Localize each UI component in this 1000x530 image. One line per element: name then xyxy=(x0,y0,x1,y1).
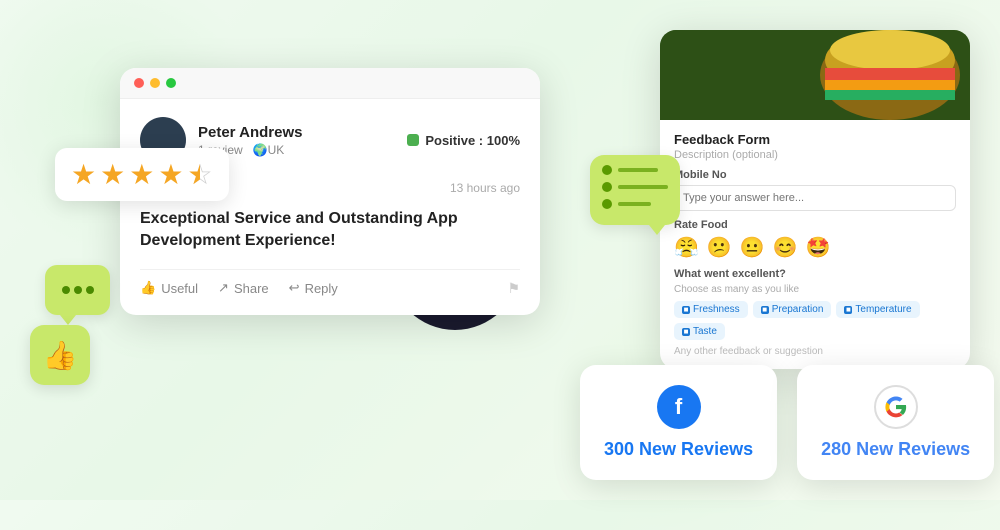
rate-food-label: Rate Food xyxy=(674,219,956,231)
food-image xyxy=(660,30,970,120)
chip-icon-taste: ■ xyxy=(682,328,690,336)
choose-hint: Choose as many as you like xyxy=(674,284,956,295)
mobile-label: Mobile No xyxy=(674,169,956,181)
star-3: ★ xyxy=(129,158,154,191)
chip-icon-freshness: ■ xyxy=(682,306,690,314)
star-4: ★ xyxy=(158,158,183,191)
chip-icon-preparation: ■ xyxy=(761,306,769,314)
mobile-input[interactable] xyxy=(674,185,956,211)
feedback-form-window: Feedback Form Description (optional) Mob… xyxy=(660,30,970,369)
browser-dot-yellow xyxy=(150,78,160,88)
share-button[interactable]: ↗ Share xyxy=(218,280,269,296)
chip-taste[interactable]: ■ Taste xyxy=(674,323,725,340)
reply-label: Reply xyxy=(305,281,338,296)
facebook-logo: f xyxy=(657,385,701,429)
chat-dot-3 xyxy=(86,286,94,294)
chip-icon-temperature: ■ xyxy=(844,306,852,314)
feedback-title: Feedback Form xyxy=(674,132,956,147)
list-bar-1 xyxy=(618,168,658,172)
list-check-2 xyxy=(602,182,612,192)
google-count: 280 New Reviews xyxy=(821,439,970,460)
review-count-cards: f 300 New Reviews 280 New Reviews xyxy=(580,365,994,480)
review-card-content: Peter Andrews 1 review 🌍UK Positive : 10… xyxy=(120,99,540,315)
chip-taste-label: Taste xyxy=(693,326,717,337)
emoji-happy[interactable]: 😊 xyxy=(773,235,798,260)
review-time: 13 hours ago xyxy=(450,181,520,195)
list-bar-3 xyxy=(618,202,651,206)
facebook-review-card: f 300 New Reviews xyxy=(580,365,777,480)
review-title: Exceptional Service and Outstanding App … xyxy=(140,208,520,253)
excellent-label: What went excellent? xyxy=(674,268,956,280)
facebook-count: 300 New Reviews xyxy=(604,439,753,460)
chat-dot-2 xyxy=(74,286,82,294)
google-logo xyxy=(874,385,918,429)
share-icon: ↗ xyxy=(218,280,229,296)
positive-label: Positive : 100% xyxy=(425,133,520,148)
chat-bubble-decoration xyxy=(45,265,110,315)
list-line-2 xyxy=(602,182,668,192)
chat-dot-1 xyxy=(62,286,70,294)
feedback-body: Feedback Form Description (optional) Mob… xyxy=(660,120,970,369)
chat-dots xyxy=(62,286,94,294)
google-svg xyxy=(885,396,907,418)
list-bar-2 xyxy=(618,185,668,189)
positive-dot xyxy=(407,134,419,146)
chip-preparation-label: Preparation xyxy=(772,304,824,315)
list-line-3 xyxy=(602,199,668,209)
chip-freshness[interactable]: ■ Freshness xyxy=(674,301,748,318)
reviewer-name: Peter Andrews xyxy=(198,124,302,141)
option-chips: ■ Freshness ■ Preparation ■ Temperature … xyxy=(674,301,956,340)
browser-dot-red xyxy=(134,78,144,88)
feedback-description: Description (optional) xyxy=(674,149,956,161)
reviewer-location: 🌍UK xyxy=(253,143,285,157)
list-check-1 xyxy=(602,165,612,175)
useful-button[interactable]: 👍 Useful xyxy=(140,280,198,296)
chip-freshness-label: Freshness xyxy=(693,304,740,315)
star-5: ★☆ xyxy=(187,158,212,191)
burger-svg xyxy=(660,30,970,120)
emoji-neutral[interactable]: 😐 xyxy=(740,235,765,260)
emoji-row: 😤 😕 😐 😊 🤩 xyxy=(674,235,956,260)
reply-icon: ↩ xyxy=(289,280,300,296)
list-check-3 xyxy=(602,199,612,209)
browser-dot-green xyxy=(166,78,176,88)
useful-label: Useful xyxy=(161,281,198,296)
stars-rating-badge: ★ ★ ★ ★ ★☆ xyxy=(55,148,229,201)
other-feedback-label: Any other feedback or suggestion xyxy=(674,346,956,357)
useful-icon: 👍 xyxy=(140,280,156,296)
chip-temperature-label: Temperature xyxy=(855,304,911,315)
list-line-1 xyxy=(602,165,668,175)
emoji-angry[interactable]: 😤 xyxy=(674,235,699,260)
review-actions: 👍 Useful ↗ Share ↩ Reply ⚑ xyxy=(140,269,520,297)
thumbs-up-icon: 👍 xyxy=(43,339,78,372)
emoji-love[interactable]: 🤩 xyxy=(806,235,831,260)
thumbs-up-badge: 👍 xyxy=(30,325,90,385)
chip-temperature[interactable]: ■ Temperature xyxy=(836,301,919,318)
share-label: Share xyxy=(234,281,269,296)
reply-button[interactable]: ↩ Reply xyxy=(289,280,338,296)
star-2: ★ xyxy=(100,158,125,191)
positive-badge: Positive : 100% xyxy=(407,133,520,148)
star-1: ★ xyxy=(71,158,96,191)
list-card-decoration xyxy=(590,155,680,225)
google-review-card: 280 New Reviews xyxy=(797,365,994,480)
chip-preparation[interactable]: ■ Preparation xyxy=(753,301,832,318)
flag-icon: ⚑ xyxy=(507,280,520,297)
browser-toolbar xyxy=(120,68,540,99)
emoji-sad[interactable]: 😕 xyxy=(707,235,732,260)
